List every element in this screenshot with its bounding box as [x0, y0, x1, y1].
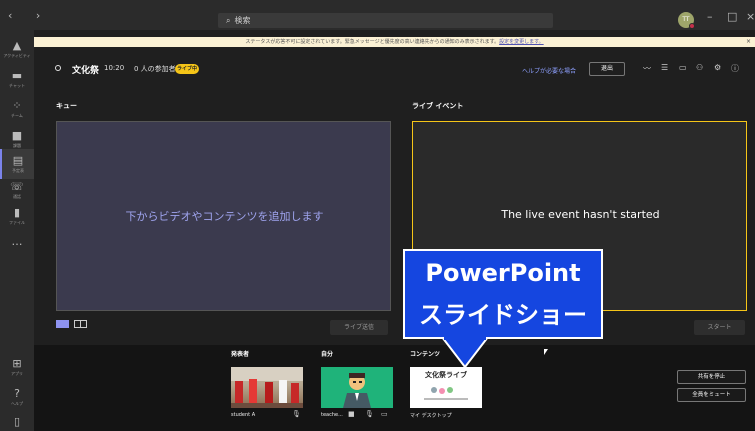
rail-label: ヘルプ: [11, 401, 23, 406]
content-heading: コンテンツ: [410, 351, 441, 358]
start-button[interactable]: スタート: [694, 320, 745, 335]
queue-placeholder: 下からビデオやコンテンツを追加します: [125, 210, 324, 223]
rail-item-help[interactable]: ? ヘルプ: [0, 382, 34, 412]
callout-box: PowerPoint スライドショー: [403, 249, 603, 339]
notification-text: ステータスが応答不可に設定されています。緊急メッセージと優先度の高い連絡先からの…: [245, 39, 500, 45]
exit-button[interactable]: 退出: [589, 62, 625, 76]
search-input[interactable]: ⌕ 検索: [218, 13, 553, 28]
rail-item-files[interactable]: ▮ ファイル: [0, 201, 34, 231]
mute-all-button[interactable]: 全員をミュート: [677, 388, 746, 402]
app-rail: ▲ アクティビティ ▬ チャット ⁘ チーム ■ 課題 ▤ 予定表 ☏ 通話 ▮ ファイル ……: [0, 30, 34, 431]
teams-window: ‹ › ⌕ 検索 TT – □ × ▲ アクティビティ ▬ チャット ⁘ チーム ■ 課題…: [0, 0, 755, 431]
send-live-button[interactable]: ライブ送信: [330, 320, 388, 335]
mic-icon[interactable]: 🎙: [365, 410, 374, 418]
self-heading: 自分: [321, 351, 334, 358]
meeting-header: 文化祭 10:20 0 人の参加者 ライブ中 ヘルプが必要な場合 退出 〰 ☰ …: [34, 56, 755, 82]
callout-pointer: [440, 337, 490, 369]
side-by-side-layout-icon[interactable]: [74, 320, 87, 328]
files-icon: ▮: [13, 206, 21, 219]
close-icon[interactable]: ×: [746, 10, 755, 23]
maximize-icon[interactable]: □: [727, 10, 737, 23]
rail-label: チャット: [9, 83, 25, 88]
assignments-icon: ■: [11, 129, 23, 142]
more-icon: …: [11, 235, 23, 248]
self-video-thumb[interactable]: [321, 367, 393, 408]
presenter-video-thumb[interactable]: [231, 367, 303, 408]
chat-icon[interactable]: ▭: [679, 63, 687, 72]
rail-label: ファイル: [9, 220, 25, 225]
presence-dnd-icon: [689, 23, 695, 29]
nav-arrows[interactable]: ‹ ›: [8, 9, 50, 22]
search-icon: ⌕: [226, 16, 231, 25]
live-indicator-icon: [55, 65, 61, 71]
rail-label: チーム: [11, 113, 23, 118]
rail-item-chat[interactable]: ▬ チャット: [0, 64, 34, 94]
mouse-cursor-icon: [544, 349, 548, 355]
stop-sharing-button[interactable]: 共有を停止: [677, 370, 746, 384]
live-status: The live event hasn't started: [501, 208, 660, 221]
queue-heading: キュー: [56, 102, 77, 110]
avatar[interactable]: TT: [678, 12, 695, 29]
apps-icon: ⊞: [12, 357, 22, 370]
participants-icon[interactable]: ⚇: [696, 63, 703, 72]
teacher-avatar-image: [343, 373, 371, 408]
self-name: teache...: [321, 412, 343, 418]
phone-icon: ☏: [10, 180, 24, 193]
presenter-name: student A: [231, 412, 256, 418]
share-screen-icon[interactable]: ▭: [381, 410, 388, 418]
participant-count: 0 人の参加者: [134, 65, 176, 73]
avatar-initials: TT: [682, 16, 690, 23]
meeting-time: 10:20: [104, 64, 125, 72]
slide-illustration: [424, 387, 468, 400]
presenter-heading: 発表者: [231, 351, 250, 358]
rail-label: 通話: [13, 194, 21, 199]
help-icon: ?: [14, 387, 20, 400]
more-apps-button[interactable]: …: [0, 230, 34, 260]
stage-scene-image: [231, 367, 303, 408]
title-bar: ‹ › ⌕ 検索 TT – □ ×: [0, 0, 755, 30]
live-heading: ライブ イベント: [412, 102, 464, 110]
callout-line2: スライドショー: [419, 301, 587, 329]
device-icon[interactable]: ▯: [0, 410, 34, 431]
info-icon[interactable]: ⓘ: [731, 63, 739, 74]
calendar-icon: ▤: [12, 154, 24, 167]
change-settings-link[interactable]: 設定を変更します。: [499, 39, 544, 45]
meeting-title: 文化祭: [72, 66, 100, 76]
notes-icon[interactable]: ☰: [661, 63, 668, 72]
content-name: マイ デスクトップ: [410, 413, 452, 419]
live-badge: ライブ中: [175, 64, 199, 74]
search-placeholder: 検索: [234, 16, 251, 25]
help-link[interactable]: ヘルプが必要な場合: [522, 66, 576, 75]
rail-label: アクティビティ: [3, 53, 31, 58]
bell-icon: ▲: [12, 39, 22, 52]
chat-icon: ▬: [11, 69, 23, 82]
rail-label: アプリ: [11, 371, 23, 376]
callout-line1: PowerPoint: [425, 259, 581, 287]
settings-icon[interactable]: ⚙: [714, 63, 721, 72]
pulse-icon[interactable]: 〰: [643, 63, 651, 74]
rail-item-teams[interactable]: ⁘ チーム: [0, 94, 34, 124]
content-thumb[interactable]: 文化祭ライブ: [410, 367, 482, 408]
single-layout-icon[interactable]: [56, 320, 69, 328]
camera-icon[interactable]: ■: [348, 410, 355, 418]
rail-item-activity[interactable]: ▲ アクティビティ: [0, 34, 34, 64]
notification-bar: ステータスが応答不可に設定されています。緊急メッセージと優先度の高い連絡先からの…: [34, 37, 755, 47]
rail-label: 予定表: [12, 168, 24, 173]
rail-item-apps[interactable]: ⊞ アプリ: [0, 352, 34, 382]
teams-icon: ⁘: [12, 99, 22, 112]
source-strip: [34, 345, 755, 431]
mic-icon[interactable]: 🎙: [292, 410, 301, 418]
minimize-icon[interactable]: –: [707, 10, 713, 23]
queue-panel[interactable]: 下からビデオやコンテンツを追加します: [56, 121, 391, 311]
close-icon[interactable]: ×: [746, 37, 751, 47]
